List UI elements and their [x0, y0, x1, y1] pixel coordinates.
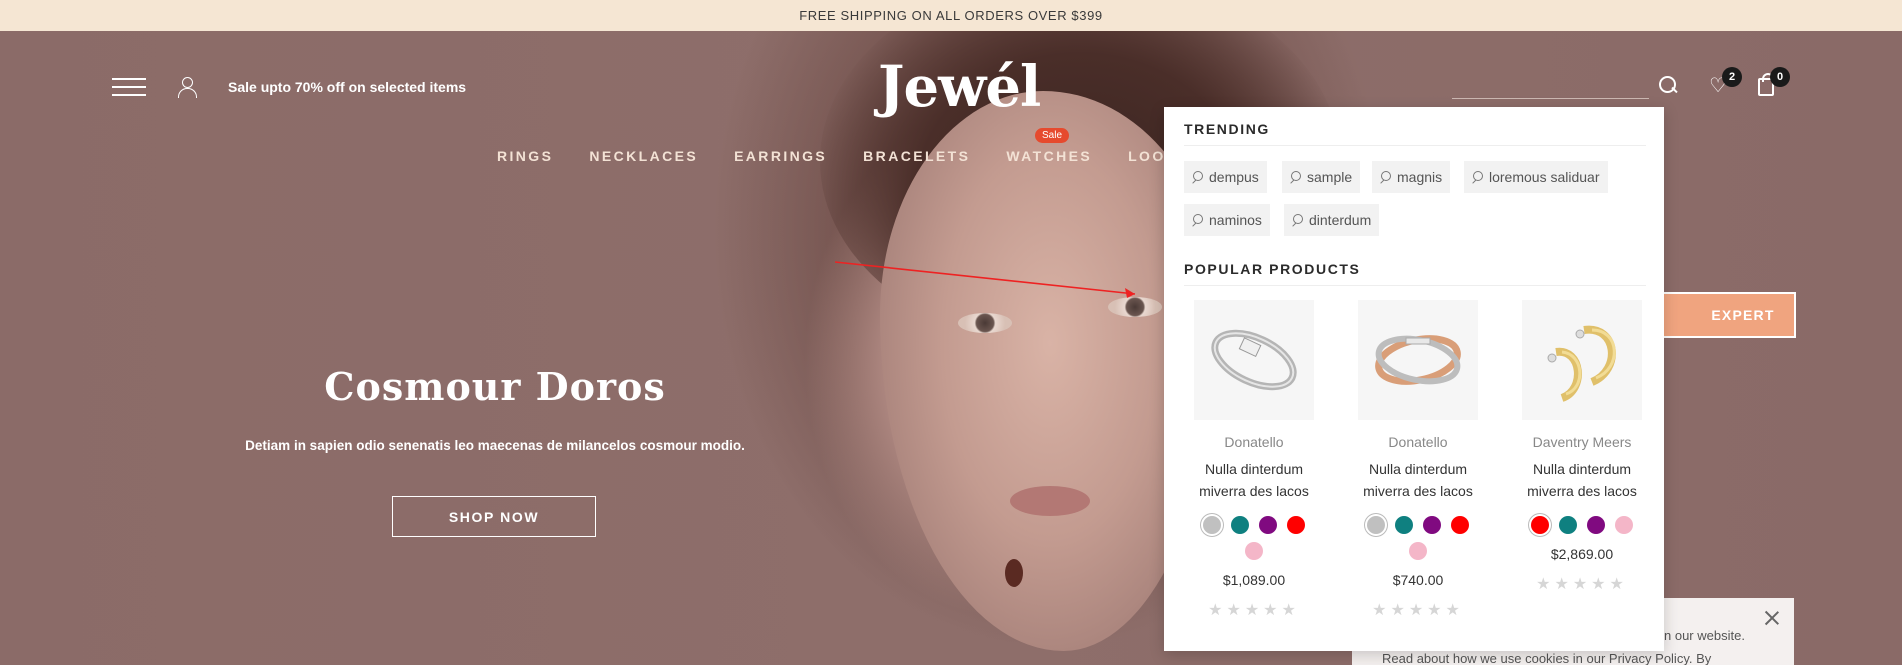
wishlist-count-badge: 2: [1722, 67, 1742, 87]
trending-title: TRENDING: [1184, 121, 1270, 137]
search-icon: [1192, 214, 1204, 226]
product-name-line2: miverra des lacos: [1527, 483, 1637, 499]
hero-subtitle: Detiam in sapien odio senenatis leo maec…: [245, 438, 745, 453]
product-brand: Donatello: [1388, 434, 1448, 450]
swatch-silver[interactable]: [1367, 516, 1385, 534]
swatch-silver[interactable]: [1203, 516, 1221, 534]
product-name-line2: miverra des lacos: [1199, 483, 1309, 499]
trending-chip[interactable]: sample: [1282, 161, 1361, 193]
swatch-teal[interactable]: [1231, 516, 1249, 534]
trending-chip-label: magnis: [1397, 169, 1443, 185]
account-icon[interactable]: [176, 76, 198, 98]
search-icon[interactable]: [1659, 76, 1679, 96]
product-price: $740.00: [1392, 572, 1444, 588]
swatch-teal[interactable]: [1395, 516, 1413, 534]
search-icon: [1192, 171, 1204, 183]
announcement-bar: FREE SHIPPING ON ALL ORDERS OVER $399: [0, 0, 1902, 31]
hero-image-earring: [1005, 559, 1023, 587]
product-card[interactable]: Daventry Meers Nulla dinterdum miverra de…: [1504, 300, 1660, 594]
trending-chip[interactable]: naminos: [1184, 204, 1270, 236]
header-left: Sale upto 70% off on selected items: [112, 76, 466, 98]
nav-item-watches[interactable]: WATCHES: [1006, 148, 1092, 164]
popular-divider: [1184, 285, 1646, 286]
nav-item-rings[interactable]: RINGS: [497, 148, 553, 164]
swatch-red[interactable]: [1451, 516, 1469, 534]
rating-stars: ★★★★★: [1372, 602, 1464, 619]
product-name[interactable]: Nulla dinterdum miverra des lacos: [1340, 458, 1496, 502]
product-name[interactable]: Nulla dinterdum miverra des lacos: [1504, 458, 1660, 502]
main-nav: RINGS NECKLACES EARRINGS BRACELETS WATCH…: [497, 148, 1191, 164]
product-image[interactable]: [1522, 300, 1642, 420]
color-swatches: [1522, 516, 1642, 534]
trending-chip-label: naminos: [1209, 212, 1262, 228]
trending-chip[interactable]: dinterdum: [1284, 204, 1380, 236]
nav-item-necklaces[interactable]: NECKLACES: [589, 148, 698, 164]
product-price: $1,089.00: [1222, 572, 1286, 588]
rating-stars: ★★★★★: [1208, 602, 1300, 619]
annotation-arrow: [835, 261, 1136, 298]
nav-item-earrings[interactable]: EARRINGS: [734, 148, 827, 164]
swatch-purple[interactable]: [1587, 516, 1605, 534]
product-name[interactable]: Nulla dinterdum miverra des lacos: [1176, 458, 1332, 502]
close-icon[interactable]: [1764, 610, 1780, 626]
cookie-text-line2: Read about how we use cookies in our Pri…: [1382, 651, 1712, 665]
search-icon: [1292, 214, 1304, 226]
swatch-pink[interactable]: [1615, 516, 1633, 534]
site-logo[interactable]: Jewél: [878, 54, 1041, 120]
trending-chip-label: loremous saliduar: [1489, 169, 1600, 185]
menu-icon[interactable]: [112, 78, 146, 96]
trending-chip[interactable]: loremous saliduar: [1464, 161, 1608, 193]
swatch-teal[interactable]: [1559, 516, 1577, 534]
trending-divider: [1184, 145, 1646, 146]
swatch-purple[interactable]: [1259, 516, 1277, 534]
trending-chip[interactable]: dempus: [1184, 161, 1267, 193]
nav-item-bracelets[interactable]: BRACELETS: [863, 148, 970, 164]
swatch-red[interactable]: [1287, 516, 1305, 534]
promo-text: Sale upto 70% off on selected items: [228, 79, 467, 95]
popular-products-title: POPULAR PRODUCTS: [1184, 261, 1361, 277]
color-swatches: [1194, 516, 1314, 560]
shop-now-button[interactable]: SHOP NOW: [392, 496, 596, 537]
search-icon: [1290, 171, 1302, 183]
expert-button-label: EXPERT: [1711, 307, 1775, 323]
swatch-pink[interactable]: [1245, 542, 1263, 560]
header-actions: ♡ 2 0: [1452, 67, 1792, 104]
product-brand: Donatello: [1224, 434, 1284, 450]
search-icon: [1472, 171, 1484, 183]
hero-title: Cosmour Doros: [324, 364, 666, 409]
color-swatches: [1358, 516, 1478, 560]
product-price: $2,869.00: [1550, 546, 1614, 562]
ring-image: [1211, 329, 1297, 391]
rating-stars: ★★★★★: [1536, 576, 1628, 593]
trending-chip-label: sample: [1307, 169, 1353, 185]
sale-badge: Sale: [1035, 128, 1070, 143]
hero-image-lips: [1010, 486, 1090, 516]
search-icon: [1380, 171, 1392, 183]
product-card[interactable]: Donatello Nulla dinterdum miverra des lac…: [1340, 300, 1496, 620]
product-image[interactable]: [1194, 300, 1314, 420]
search-dropdown: TRENDING dempus sample magnis loremous s…: [1164, 107, 1664, 651]
product-brand: Daventry Meers: [1532, 434, 1632, 450]
hero-image-eye-left: [958, 313, 1012, 333]
trending-chip-label: dempus: [1209, 169, 1259, 185]
trending-chip[interactable]: magnis: [1372, 161, 1451, 193]
trending-chip-label: dinterdum: [1309, 212, 1372, 228]
product-name-line2: miverra des lacos: [1363, 483, 1473, 499]
cart-count-badge: 0: [1770, 67, 1790, 87]
product-name-line1: Nulla dinterdum: [1532, 461, 1632, 477]
announcement-text: FREE SHIPPING ON ALL ORDERS OVER $399: [799, 8, 1103, 23]
swatch-red[interactable]: [1531, 516, 1549, 534]
search-input[interactable]: [1452, 98, 1649, 99]
swatch-pink[interactable]: [1409, 542, 1427, 560]
swatch-purple[interactable]: [1423, 516, 1441, 534]
earrings-image: [1547, 325, 1616, 402]
product-name-line1: Nulla dinterdum: [1368, 461, 1468, 477]
product-name-line1: Nulla dinterdum: [1204, 461, 1304, 477]
product-card[interactable]: Donatello Nulla dinterdum miverra des lac…: [1176, 300, 1332, 620]
ring-image: [1375, 335, 1461, 385]
cookie-text-line1: n our website.: [1664, 628, 1745, 643]
hero-image-eye-right: [1108, 297, 1162, 317]
product-image[interactable]: [1358, 300, 1478, 420]
